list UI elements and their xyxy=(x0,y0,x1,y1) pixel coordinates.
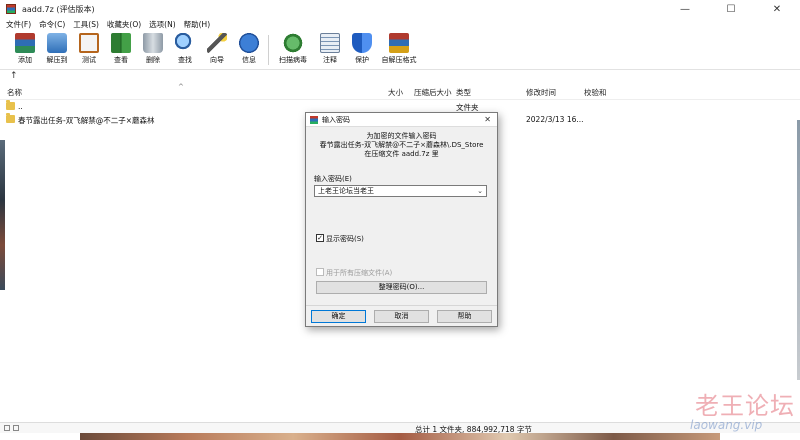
dialog-close-button[interactable]: ✕ xyxy=(484,115,491,124)
key-icon[interactable] xyxy=(13,425,19,431)
window-title: aadd.7z (评估版本) xyxy=(22,4,95,14)
winrar-app-icon xyxy=(6,4,16,14)
column-size[interactable]: 大小 xyxy=(388,87,403,98)
dialog-info-line: 为加密的文件输入密码 xyxy=(366,132,437,140)
watermark-logo: 老王论坛 xyxy=(695,392,795,420)
dialog-button-row: 确定 取消 帮助 xyxy=(306,305,497,326)
show-password-checkbox[interactable]: ✓ xyxy=(316,234,324,242)
status-bar: 总计 1 文件夹, 884,992,718 字节 xyxy=(0,422,800,434)
password-label: 输入密码(E) xyxy=(314,175,352,183)
toolbar-view-label: 查看 xyxy=(114,56,128,64)
window-controls: — ☐ ✕ xyxy=(662,0,800,18)
toolbar-delete-label: 删除 xyxy=(146,56,160,64)
toolbar-info-button[interactable]: 信息 xyxy=(234,31,264,65)
password-input[interactable]: 上老王论坛当老王 ⌄ xyxy=(314,185,487,197)
toolbar-view-button[interactable]: 查看 xyxy=(106,31,136,65)
toolbar-sfx-label: 自解压格式 xyxy=(381,56,417,64)
address-bar: ↑ xyxy=(0,69,800,82)
menu-options[interactable]: 选项(N) xyxy=(149,19,175,30)
use-all-archives-label[interactable]: 用于所有压缩文件(A) xyxy=(326,268,392,278)
folder-icon xyxy=(6,113,15,123)
dialog-info: 为加密的文件输入密码 春节露出任务-双飞解禁@不二子×蘑森林\.DS_Store… xyxy=(306,132,497,159)
toolbar-test-label: 测试 xyxy=(82,56,96,64)
toolbar-extract-button[interactable]: 解压到 xyxy=(42,31,72,65)
extract-folder-icon xyxy=(47,33,67,53)
title-bar: aadd.7z (评估版本) — ☐ ✕ xyxy=(0,0,800,18)
toolbar-add-label: 添加 xyxy=(18,56,32,64)
toolbar-protect-label: 保护 xyxy=(355,56,369,64)
comment-icon xyxy=(320,33,340,53)
password-dialog: 输入密码 ✕ 为加密的文件输入密码 春节露出任务-双飞解禁@不二子×蘑森林\.D… xyxy=(305,112,498,327)
up-folder-button[interactable]: ↑ xyxy=(10,71,18,81)
menu-tools[interactable]: 工具(S) xyxy=(73,19,99,30)
list-item-name: 春节露出任务-双飞解禁@不二子×蘑森林 xyxy=(18,116,155,125)
toolbar-protect-button[interactable]: 保护 xyxy=(347,31,377,65)
minimize-button[interactable]: — xyxy=(662,0,708,18)
password-value: 上老王论坛当老王 xyxy=(318,187,374,195)
list-item-modified: 2022/3/13 16... xyxy=(526,115,584,124)
status-icons xyxy=(4,425,19,431)
help-button[interactable]: 帮助 xyxy=(437,310,492,323)
drive-icon[interactable] xyxy=(4,425,10,431)
sort-ascending-icon: ^ xyxy=(178,83,184,91)
toolbar-virus-scan-button[interactable]: 扫描病毒 xyxy=(273,31,313,65)
toolbar-info-label: 信息 xyxy=(242,56,256,64)
toolbar-add-button[interactable]: 添加 xyxy=(10,31,40,65)
dialog-info-archive: 在压缩文件 aadd.7z 里 xyxy=(364,150,439,158)
background-desktop-strip xyxy=(0,140,5,290)
organize-passwords-button[interactable]: 整理密码(O)... xyxy=(316,281,487,294)
background-photo-strip xyxy=(80,432,720,440)
menu-help[interactable]: 帮助(H) xyxy=(184,19,211,30)
toolbar: 添加 解压到 测试 查看 删除 查找 向导 信息 扫描病毒 注释 保护 自解压格… xyxy=(0,31,800,69)
sfx-box-icon xyxy=(389,33,409,53)
folder-icon xyxy=(6,100,15,110)
maximize-button[interactable]: ☐ xyxy=(708,0,754,18)
dialog-title: 输入密码 xyxy=(322,115,350,124)
ok-button[interactable]: 确定 xyxy=(311,310,366,323)
menu-favorites[interactable]: 收藏夹(O) xyxy=(107,19,141,30)
dialog-info-path: 春节露出任务-双飞解禁@不二子×蘑森林\.DS_Store xyxy=(319,141,484,149)
toolbar-sfx-button[interactable]: 自解压格式 xyxy=(379,31,419,65)
trash-icon xyxy=(143,33,163,53)
toolbar-comment-label: 注释 xyxy=(323,56,337,64)
status-text: 总计 1 文件夹, 884,992,718 字节 xyxy=(415,425,532,434)
wand-icon xyxy=(207,33,227,53)
menu-file[interactable]: 文件(F) xyxy=(6,19,31,30)
column-type[interactable]: 类型 xyxy=(456,87,471,98)
test-clipboard-icon xyxy=(79,33,99,53)
chevron-down-icon[interactable]: ⌄ xyxy=(477,186,483,196)
toolbar-test-button[interactable]: 测试 xyxy=(74,31,104,65)
toolbar-find-button[interactable]: 查找 xyxy=(170,31,200,65)
column-modified[interactable]: 修改时间 xyxy=(526,87,556,98)
menu-commands[interactable]: 命令(C) xyxy=(39,19,65,30)
info-icon xyxy=(239,33,259,53)
list-item-name: .. xyxy=(18,102,23,111)
winrar-app-icon xyxy=(310,115,318,124)
menu-bar: 文件(F) 命令(C) 工具(S) 收藏夹(O) 选项(N) 帮助(H) xyxy=(0,18,800,31)
use-all-archives-checkbox[interactable] xyxy=(316,268,324,276)
shield-icon xyxy=(352,33,372,53)
toolbar-extract-label: 解压到 xyxy=(46,56,68,64)
toolbar-virus-scan-label: 扫描病毒 xyxy=(279,56,307,64)
view-book-icon xyxy=(111,33,131,53)
column-crc[interactable]: 校验和 xyxy=(584,87,607,98)
column-name[interactable]: 名称 xyxy=(7,87,22,98)
toolbar-delete-button[interactable]: 删除 xyxy=(138,31,168,65)
column-header-row: 名称 ^ 大小 压缩后大小 类型 修改时间 校验和 xyxy=(0,83,800,100)
column-packed-size[interactable]: 压缩后大小 xyxy=(414,87,452,98)
toolbar-wizard-label: 向导 xyxy=(210,56,224,64)
magnifier-icon xyxy=(175,33,195,53)
close-button[interactable]: ✕ xyxy=(754,0,800,18)
virus-scan-icon xyxy=(283,33,303,53)
toolbar-find-label: 查找 xyxy=(178,56,192,64)
show-password-label[interactable]: 显示密码(S) xyxy=(326,234,364,244)
add-archive-icon xyxy=(15,33,35,53)
dialog-title-bar: 输入密码 ✕ xyxy=(306,113,497,127)
watermark-url: laowang.vip xyxy=(690,418,763,432)
toolbar-comment-button[interactable]: 注释 xyxy=(315,31,345,65)
toolbar-separator xyxy=(268,35,269,65)
toolbar-wizard-button[interactable]: 向导 xyxy=(202,31,232,65)
cancel-button[interactable]: 取消 xyxy=(374,310,429,323)
